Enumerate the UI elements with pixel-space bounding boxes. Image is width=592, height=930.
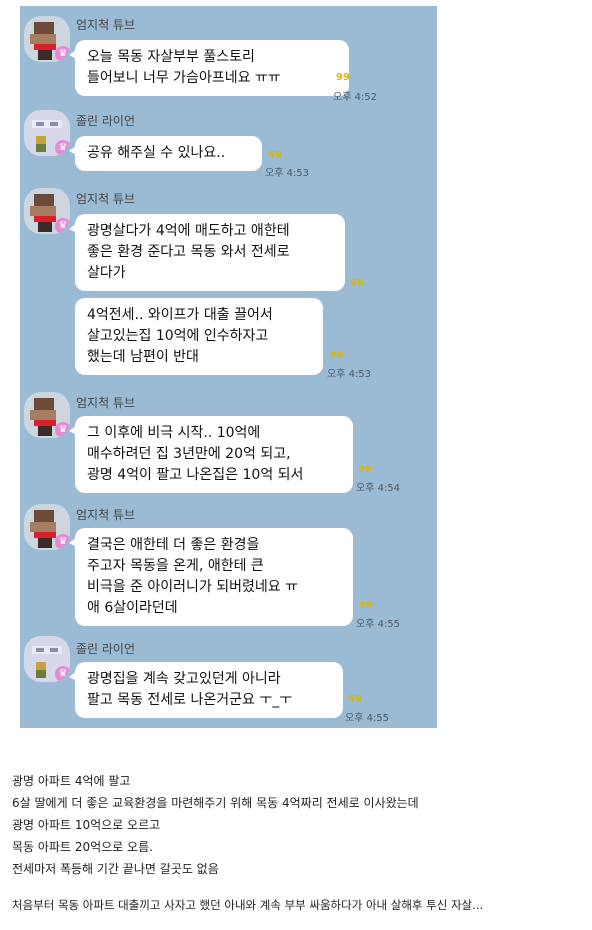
message-time: 오후 4:53 [327, 369, 372, 380]
sender-name: 엄지척 튜브 [76, 396, 136, 410]
crown-icon: ♛ [55, 218, 70, 234]
caption-line: 6살 딸에게 더 좋은 교육환경을 마련해주기 위해 목동 4억짜리 전세로 이… [12, 796, 419, 810]
unread-count: 99 [359, 600, 373, 611]
crown-icon: ♛ [55, 534, 70, 550]
profile-avatar[interactable]: ♛ [24, 188, 70, 234]
crown-icon: ♛ [55, 666, 70, 682]
crown-icon: ♛ [55, 46, 70, 62]
caption-line: 광명 아파트 10억으로 오르고 [12, 818, 161, 832]
message-time: 오후 4:53 [265, 168, 310, 179]
message-bubble[interactable]: 그 이후에 비극 시작.. 10억에 매수하려던 집 3년만에 20억 되고, … [69, 416, 353, 493]
message-bubble[interactable]: 오늘 목동 자살부부 풀스토리 들어보니 너무 가슴아프네요 ㅠㅠ [69, 40, 349, 96]
profile-avatar[interactable]: ♛ [24, 636, 70, 682]
profile-avatar[interactable]: ♛ [24, 504, 70, 550]
message-bubble[interactable]: 공유 해주실 수 있나요.. [69, 136, 262, 171]
crown-icon: ♛ [55, 422, 70, 438]
unread-count: 99 [330, 350, 344, 361]
unread-count: 99 [350, 278, 364, 289]
crown-icon: ♛ [55, 140, 70, 156]
message-bubble[interactable]: 4억전세.. 와이프가 대출 끌어서 살고있는집 10억에 인수하자고 했는데 … [75, 298, 323, 375]
caption-line: 광명 아파트 4억에 팔고 [12, 774, 131, 788]
post-caption: 광명 아파트 4억에 팔고 6살 딸에게 더 좋은 교육환경을 마련해주기 위해… [12, 770, 587, 916]
caption-line: 전세마저 폭등해 기간 끝나면 갈곳도 없음 [12, 862, 219, 876]
sender-name: 졸린 라이언 [76, 642, 136, 656]
profile-avatar[interactable]: ♛ [24, 110, 70, 156]
message-time: 오후 4:54 [356, 483, 401, 494]
message-time: 오후 4:55 [356, 619, 401, 630]
unread-count: 99 [358, 464, 372, 475]
unread-count: 99 [336, 72, 350, 83]
message-time: 오후 4:52 [333, 92, 378, 103]
message-bubble[interactable]: 결국은 애한테 더 좋은 환경을 주고자 목동을 온게, 애한테 큰 비극을 준… [69, 528, 353, 626]
sender-name: 엄지척 튜브 [76, 18, 136, 32]
profile-avatar[interactable]: ♛ [24, 392, 70, 438]
message-bubble[interactable]: 광명살다가 4억에 매도하고 애한테 좋은 환경 준다고 목동 와서 전세로 살… [69, 214, 345, 291]
sender-name: 졸린 라이언 [76, 114, 136, 128]
caption-final-line: 처음부터 목동 아파트 대출끼고 사자고 했던 아내와 계속 부부 싸움하다가 … [12, 898, 484, 912]
message-bubble[interactable]: 광명집을 계속 갖고있던게 아니라 팔고 목동 전세로 나온거군요 ㅜ_ㅜ [69, 662, 343, 718]
caption-line: 목동 아파트 20억으로 오름. [12, 840, 153, 854]
unread-count: 99 [348, 694, 362, 705]
message-time: 오후 4:55 [345, 713, 390, 724]
chat-screenshot: ♛ 엄지척 튜브 오늘 목동 자살부부 풀스토리 들어보니 너무 가슴아프네요 … [20, 6, 437, 728]
sender-name: 엄지척 튜브 [76, 508, 136, 522]
unread-count: 99 [268, 150, 282, 161]
sender-name: 엄지척 튜브 [76, 192, 136, 206]
profile-avatar[interactable]: ♛ [24, 16, 70, 62]
